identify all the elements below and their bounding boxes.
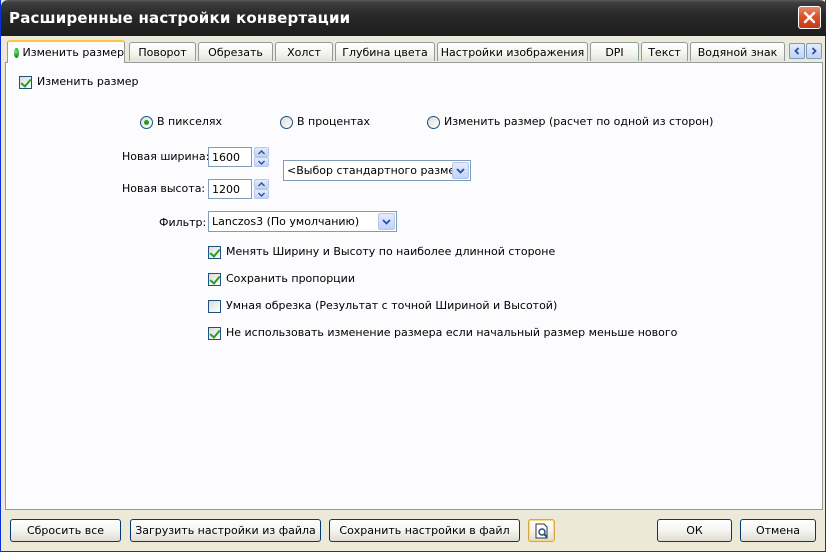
enable-resize-label[interactable]: Изменить размер (37, 75, 139, 88)
tab-label: Глубина цвета (342, 45, 428, 59)
mode-one-side-label[interactable]: Изменить размер (расчет по одной из стор… (444, 115, 713, 128)
close-button[interactable] (798, 6, 821, 29)
tab-rotate[interactable]: Поворот (129, 42, 196, 61)
window-title: Расширенные настройки конвертации (9, 9, 351, 27)
close-icon (803, 11, 816, 24)
fit-longest-side-checkbox[interactable] (208, 246, 221, 259)
mode-one-side-radio[interactable] (427, 116, 440, 129)
chevron-up-icon (258, 149, 265, 154)
tab-label: Текст (648, 45, 681, 59)
cancel-button[interactable]: Отмена (740, 519, 816, 542)
tab-image-settings[interactable]: Настройки изображения (437, 42, 588, 61)
mode-percent-label[interactable]: В процентах (297, 115, 370, 128)
mode-pixels-label[interactable]: В пикселях (157, 115, 222, 128)
preview-button[interactable] (528, 519, 555, 542)
fit-longest-side-label[interactable]: Менять Ширину и Высоту по наиболее длинн… (226, 245, 555, 258)
height-label: Новая высота: (122, 182, 206, 195)
mode-percent-radio[interactable] (280, 116, 293, 129)
tab-text[interactable]: Текст (641, 42, 688, 61)
smart-crop-label[interactable]: Умная обрезка (Результат с точной Ширино… (226, 299, 557, 312)
tab-label: Водяной знак (697, 45, 778, 59)
width-increase-button[interactable] (254, 147, 269, 157)
reset-all-button[interactable]: Сбросить все (10, 519, 121, 542)
height-input[interactable]: 1200 (208, 179, 252, 199)
enable-resize-checkbox[interactable] (19, 76, 32, 89)
tab-label: Холст (287, 45, 321, 59)
tab-canvas[interactable]: Холст (275, 42, 333, 61)
width-decrease-button[interactable] (254, 157, 269, 167)
height-increase-button[interactable] (254, 179, 269, 189)
tab-dpi[interactable]: DPI (590, 42, 639, 61)
chevron-down-icon (456, 167, 465, 174)
active-status-icon (14, 47, 19, 58)
tab-label: Обрезать (208, 45, 263, 59)
tab-watermark[interactable]: Водяной знак (690, 42, 785, 61)
preset-size-dropdown-button[interactable] (452, 162, 469, 179)
filter-label: Фильтр: (159, 216, 207, 229)
ok-button[interactable]: ОК (657, 519, 732, 542)
height-stepper[interactable] (254, 179, 269, 199)
keep-proportions-checkbox[interactable] (208, 273, 221, 286)
keep-proportions-label[interactable]: Сохранить пропорции (226, 272, 355, 285)
resize-tab-panel: Изменить размер В пикселях В процентах И… (5, 62, 823, 510)
filter-value: Lanczos3 (По умолчанию) (212, 215, 360, 228)
width-stepper[interactable] (254, 147, 269, 167)
load-settings-button[interactable]: Загрузить настройки из файла (130, 519, 321, 542)
tab-scroll-left-button[interactable] (789, 43, 805, 59)
chevron-right-icon (811, 47, 817, 55)
chevron-down-icon (258, 160, 265, 165)
tab-resize[interactable]: Изменить размер (7, 40, 125, 63)
dialog-window: Расширенные настройки конвертации Измени… (0, 0, 826, 552)
filter-dropdown-button[interactable] (378, 213, 395, 230)
tab-scroll-right-button[interactable] (806, 43, 822, 59)
height-decrease-button[interactable] (254, 189, 269, 199)
skip-upscale-label[interactable]: Не использовать изменение размера если н… (226, 326, 677, 339)
width-label: Новая ширина: (122, 150, 210, 163)
preset-size-value: <Выбор стандартного размера> (287, 164, 471, 177)
tab-label: Поворот (138, 45, 187, 59)
chevron-up-icon (258, 181, 265, 186)
tab-label: Настройки изображения (440, 45, 585, 59)
tab-crop[interactable]: Обрезать (198, 42, 273, 61)
tab-color-depth[interactable]: Глубина цвета (335, 42, 435, 61)
chevron-down-icon (382, 218, 391, 225)
tab-label: DPI (605, 45, 624, 59)
filter-select[interactable]: Lanczos3 (По умолчанию) (208, 211, 397, 232)
width-input[interactable]: 1600 (208, 147, 252, 167)
save-settings-button[interactable]: Сохранить настройки в файл (329, 519, 520, 542)
mode-pixels-radio[interactable] (140, 116, 153, 129)
chevron-left-icon (794, 47, 800, 55)
chevron-down-icon (258, 192, 265, 197)
smart-crop-checkbox[interactable] (208, 300, 221, 313)
tab-label: Изменить размер (22, 46, 125, 59)
tab-strip: Изменить размер Поворот Обрезать Холст Г… (5, 40, 823, 63)
skip-upscale-checkbox[interactable] (208, 327, 221, 340)
preset-size-select[interactable]: <Выбор стандартного размера> (283, 160, 471, 181)
title-bar[interactable]: Расширенные настройки конвертации (1, 0, 826, 36)
preview-magnifier-icon (535, 523, 548, 538)
